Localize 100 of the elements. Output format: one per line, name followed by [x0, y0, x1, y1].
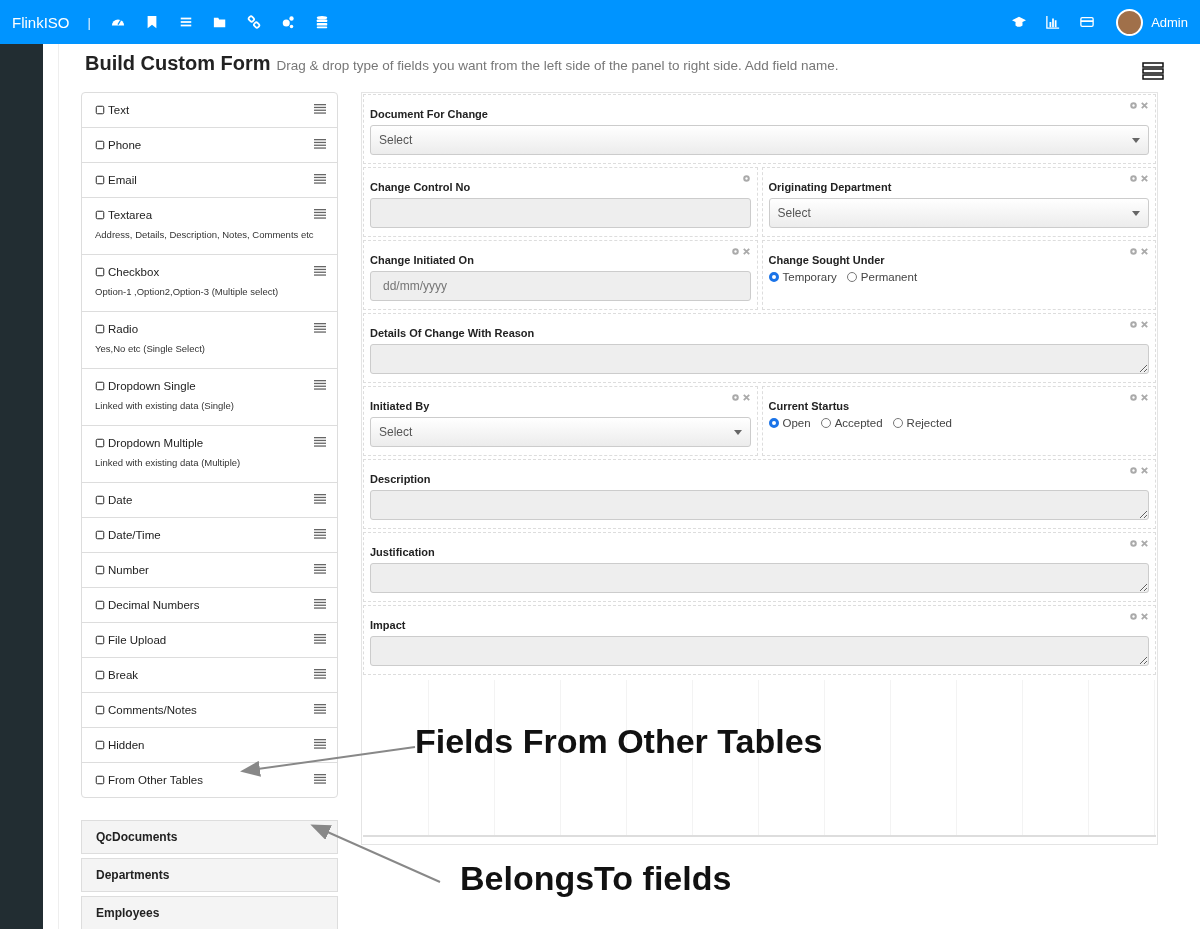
drag-handle-icon[interactable]: [314, 266, 326, 276]
field-type-item[interactable]: Textarea Address, Details, Description, Notes, Comments etc: [82, 198, 337, 255]
gear-icon[interactable]: [730, 393, 740, 402]
radio-option[interactable]: Temporary: [768, 271, 837, 283]
field-type-item[interactable]: Dropdown Single Linked with existing data (Single): [82, 369, 337, 426]
close-icon[interactable]: [1140, 101, 1149, 110]
radio-option[interactable]: Accepted: [820, 417, 883, 429]
radio-option[interactable]: Open: [768, 417, 811, 429]
field-type-item[interactable]: Hidden: [82, 728, 337, 763]
field-type-label: Text: [108, 104, 131, 116]
field-type-label: Dropdown Single: [108, 380, 197, 392]
close-icon[interactable]: [741, 247, 751, 256]
settings-icon[interactable]: [280, 15, 295, 29]
field-type-item[interactable]: Dropdown Multiple Linked with existing data (Multiple): [82, 426, 337, 483]
field-type-item[interactable]: Date: [82, 483, 337, 518]
bar-chart-icon[interactable]: [1046, 15, 1061, 29]
gear-icon[interactable]: [1129, 466, 1138, 475]
gear-icon[interactable]: [1129, 101, 1138, 110]
field-type-item[interactable]: Date/Time: [82, 518, 337, 553]
field-type-description: Linked with existing data (Multiple): [95, 456, 242, 470]
field-type-label: Dropdown Multiple: [108, 437, 205, 449]
gear-icon[interactable]: [1129, 539, 1138, 548]
close-icon[interactable]: [1140, 320, 1149, 329]
drag-handle-icon[interactable]: [314, 380, 326, 390]
field-type-label: Phone: [108, 139, 143, 151]
field-type-item[interactable]: Checkbox Option-1 ,Option2,Option-3 (Multiple select): [82, 255, 337, 312]
annotation-text: Fields From Other Tables: [415, 722, 823, 761]
field-label: Originating Department: [768, 181, 893, 193]
graduation-cap-icon[interactable]: [1012, 15, 1027, 29]
input-field[interactable]: [370, 198, 751, 228]
gear-icon[interactable]: [741, 174, 751, 183]
drag-handle-icon[interactable]: [314, 634, 326, 644]
field-type-label: Number: [108, 564, 150, 576]
folder-icon[interactable]: [212, 15, 227, 29]
drag-handle-icon[interactable]: [314, 529, 326, 539]
credit-card-icon[interactable]: [1080, 15, 1095, 29]
drag-handle-icon[interactable]: [314, 437, 326, 447]
page-title: Build Custom Form: [85, 51, 271, 76]
close-icon[interactable]: [1140, 247, 1149, 256]
server-icon[interactable]: [1142, 62, 1164, 80]
select-dropdown[interactable]: Select: [370, 125, 1149, 155]
drag-handle-icon[interactable]: [314, 704, 326, 714]
field-type-item[interactable]: Radio Yes,No etc (Single Select): [82, 312, 337, 369]
gear-icon[interactable]: [730, 247, 740, 256]
close-icon[interactable]: [1140, 612, 1149, 621]
select-dropdown[interactable]: Select: [370, 417, 751, 447]
field-label: Description: [370, 473, 432, 485]
field-type-label: Break: [108, 669, 140, 681]
drag-handle-icon[interactable]: [314, 209, 326, 219]
field-type-item[interactable]: Comments/Notes: [82, 693, 337, 728]
field-type-item[interactable]: File Upload: [82, 623, 337, 658]
avatar[interactable]: [1116, 8, 1144, 36]
close-icon[interactable]: [1140, 539, 1149, 548]
gear-icon[interactable]: [1129, 393, 1138, 402]
field-type-description: Yes,No etc (Single Select): [95, 342, 206, 356]
table-panel-heading[interactable]: Employees: [81, 896, 338, 929]
textarea-field[interactable]: [370, 563, 1149, 593]
field-type-label: File Upload: [108, 634, 168, 646]
field-type-description: Linked with existing data (Single): [95, 399, 235, 413]
gear-icon[interactable]: [1129, 612, 1138, 621]
gear-icon[interactable]: [1129, 247, 1138, 256]
menu-icon[interactable]: [178, 15, 193, 29]
drag-handle-icon[interactable]: [314, 774, 326, 784]
gear-icon[interactable]: [1129, 174, 1138, 183]
select-dropdown[interactable]: Select: [768, 198, 1149, 228]
drag-handle-icon[interactable]: [314, 174, 326, 184]
field-type-item[interactable]: Text: [82, 93, 337, 128]
drag-handle-icon[interactable]: [314, 494, 326, 504]
table-panel-heading[interactable]: Departments: [81, 858, 338, 892]
table-panel-heading[interactable]: QcDocuments: [81, 820, 338, 854]
drag-handle-icon[interactable]: [314, 669, 326, 679]
textarea-field[interactable]: [370, 490, 1149, 520]
radio-option[interactable]: Permanent: [846, 271, 918, 283]
drag-handle-icon[interactable]: [314, 564, 326, 574]
close-icon[interactable]: [741, 393, 751, 402]
drag-handle-icon[interactable]: [314, 599, 326, 609]
field-type-label: Decimal Numbers: [108, 599, 201, 611]
drag-handle-icon[interactable]: [314, 104, 326, 114]
drag-handle-icon[interactable]: [314, 139, 326, 149]
caret-icon: [733, 429, 742, 435]
gear-icon[interactable]: [1129, 320, 1138, 329]
field-type-label: Radio: [108, 323, 140, 335]
close-icon[interactable]: [1140, 466, 1149, 475]
date-field[interactable]: dd/mm/yyyy: [370, 271, 751, 301]
field-type-item[interactable]: Email: [82, 163, 337, 198]
database-icon[interactable]: [314, 15, 329, 29]
field-type-item[interactable]: Number: [82, 553, 337, 588]
close-icon[interactable]: [1140, 174, 1149, 183]
radio-option[interactable]: Rejected: [892, 417, 952, 429]
textarea-field[interactable]: [370, 636, 1149, 666]
textarea-field[interactable]: [370, 344, 1149, 374]
drag-handle-icon[interactable]: [314, 323, 326, 333]
field-type-item[interactable]: Break: [82, 658, 337, 693]
field-type-item[interactable]: From Other Tables: [82, 763, 337, 797]
field-type-item[interactable]: Phone: [82, 128, 337, 163]
field-type-item[interactable]: Decimal Numbers: [82, 588, 337, 623]
close-icon[interactable]: [1140, 393, 1149, 402]
drag-handle-icon[interactable]: [314, 739, 326, 749]
square-icon: [95, 105, 105, 115]
field-type-label: Comments/Notes: [108, 704, 198, 716]
